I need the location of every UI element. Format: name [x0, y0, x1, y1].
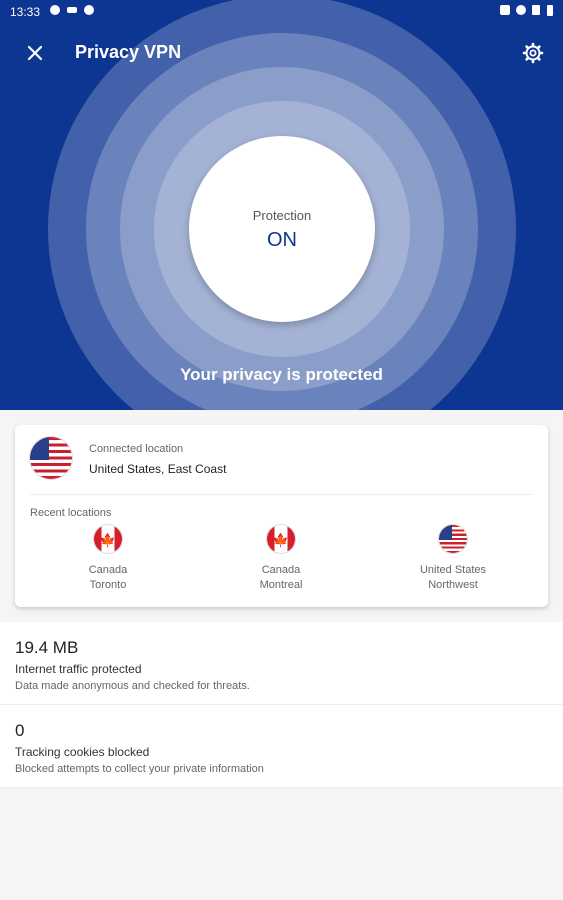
us-flag-icon: [439, 525, 467, 553]
connected-location[interactable]: Connected location United States, East C…: [15, 425, 548, 493]
canada-flag-icon: 🍁: [267, 525, 295, 553]
divider: [30, 494, 533, 495]
canada-flag-icon: 🍁: [94, 525, 122, 553]
recent-location-city: Montreal: [259, 579, 303, 591]
mute-status-icon: [500, 5, 510, 15]
recent-location-city: Toronto: [89, 579, 127, 591]
stat-subtitle: Data made anonymous and checked for thre…: [15, 680, 250, 692]
recent-location-city: Northwest: [428, 579, 478, 591]
stat-title: Tracking cookies blocked: [15, 745, 150, 759]
recent-locations-label: Recent locations: [30, 507, 112, 519]
stat-title: Internet traffic protected: [15, 662, 142, 676]
protection-hero: 13:33 Privacy VPN Protection ON Your pri…: [0, 0, 563, 410]
battery-status-icon: [547, 5, 553, 16]
close-button[interactable]: [20, 38, 50, 68]
stat-value: 0: [15, 721, 25, 740]
recent-location-toronto[interactable]: 🍁 Canada Toronto: [43, 525, 173, 593]
location-card: Connected location United States, East C…: [15, 425, 548, 607]
wifi-status-icon: [516, 5, 526, 15]
protection-state: ON: [267, 229, 297, 251]
stat-subtitle: Blocked attempts to collect your private…: [15, 763, 264, 775]
recent-location-northwest[interactable]: United States Northwest: [388, 525, 518, 593]
recent-location-country: Canada: [261, 564, 301, 576]
stat-cookies-blocked: 0 Tracking cookies blocked Blocked attem…: [0, 705, 563, 788]
recent-location-country: Canada: [88, 564, 128, 576]
app-title: Privacy VPN: [75, 42, 182, 62]
close-icon: [27, 45, 43, 61]
link-status-icon: [67, 7, 77, 13]
stat-value: 19.4 MB: [15, 638, 79, 657]
recent-location-country: United States: [419, 564, 487, 576]
privacy-status-message: Your privacy is protected: [180, 365, 383, 384]
airplane-status-icon: [532, 5, 540, 15]
shield-status-icon: [50, 5, 60, 15]
connected-location-label: Connected location: [89, 443, 184, 455]
stats-list: 19.4 MB Internet traffic protected Data …: [0, 622, 563, 788]
recent-location-montreal[interactable]: 🍁 Canada Montreal: [216, 525, 346, 593]
stat-traffic-protected: 19.4 MB Internet traffic protected Data …: [0, 622, 563, 705]
protection-toggle[interactable]: Protection ON: [189, 136, 375, 322]
connected-location-value: United States, East Coast: [89, 462, 227, 476]
us-flag-icon: [30, 437, 72, 479]
gear-icon: [522, 42, 544, 64]
status-bar: 13:33: [0, 0, 563, 26]
account-status-icon: [84, 5, 94, 15]
status-time: 13:33: [10, 5, 41, 19]
settings-button[interactable]: [518, 38, 548, 68]
protection-label: Protection: [252, 208, 312, 223]
